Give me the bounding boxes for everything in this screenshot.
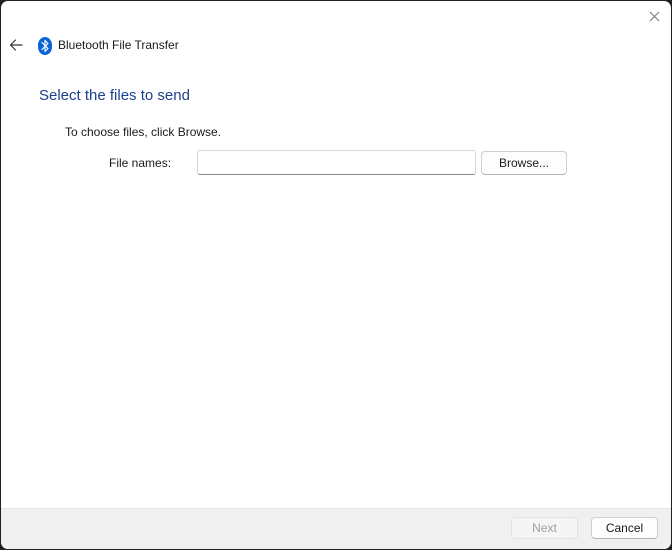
next-button[interactable]: Next <box>511 517 578 539</box>
close-icon <box>649 11 659 21</box>
browse-button[interactable]: Browse... <box>481 151 567 175</box>
file-names-input[interactable] <box>197 150 476 175</box>
page-heading: Select the files to send <box>39 87 190 104</box>
bluetooth-file-transfer-window: Bluetooth File Transfer Select the files… <box>1 1 671 549</box>
back-arrow-icon <box>9 39 23 51</box>
wizard-footer: Next Cancel <box>1 508 671 549</box>
window-title: Bluetooth File Transfer <box>58 38 179 52</box>
file-names-label: File names: <box>109 156 172 170</box>
bluetooth-icon <box>38 37 52 55</box>
cancel-button[interactable]: Cancel <box>591 517 658 539</box>
instruction-text: To choose files, click Browse. <box>65 125 222 139</box>
back-button[interactable] <box>7 36 25 54</box>
close-button[interactable] <box>643 5 665 27</box>
